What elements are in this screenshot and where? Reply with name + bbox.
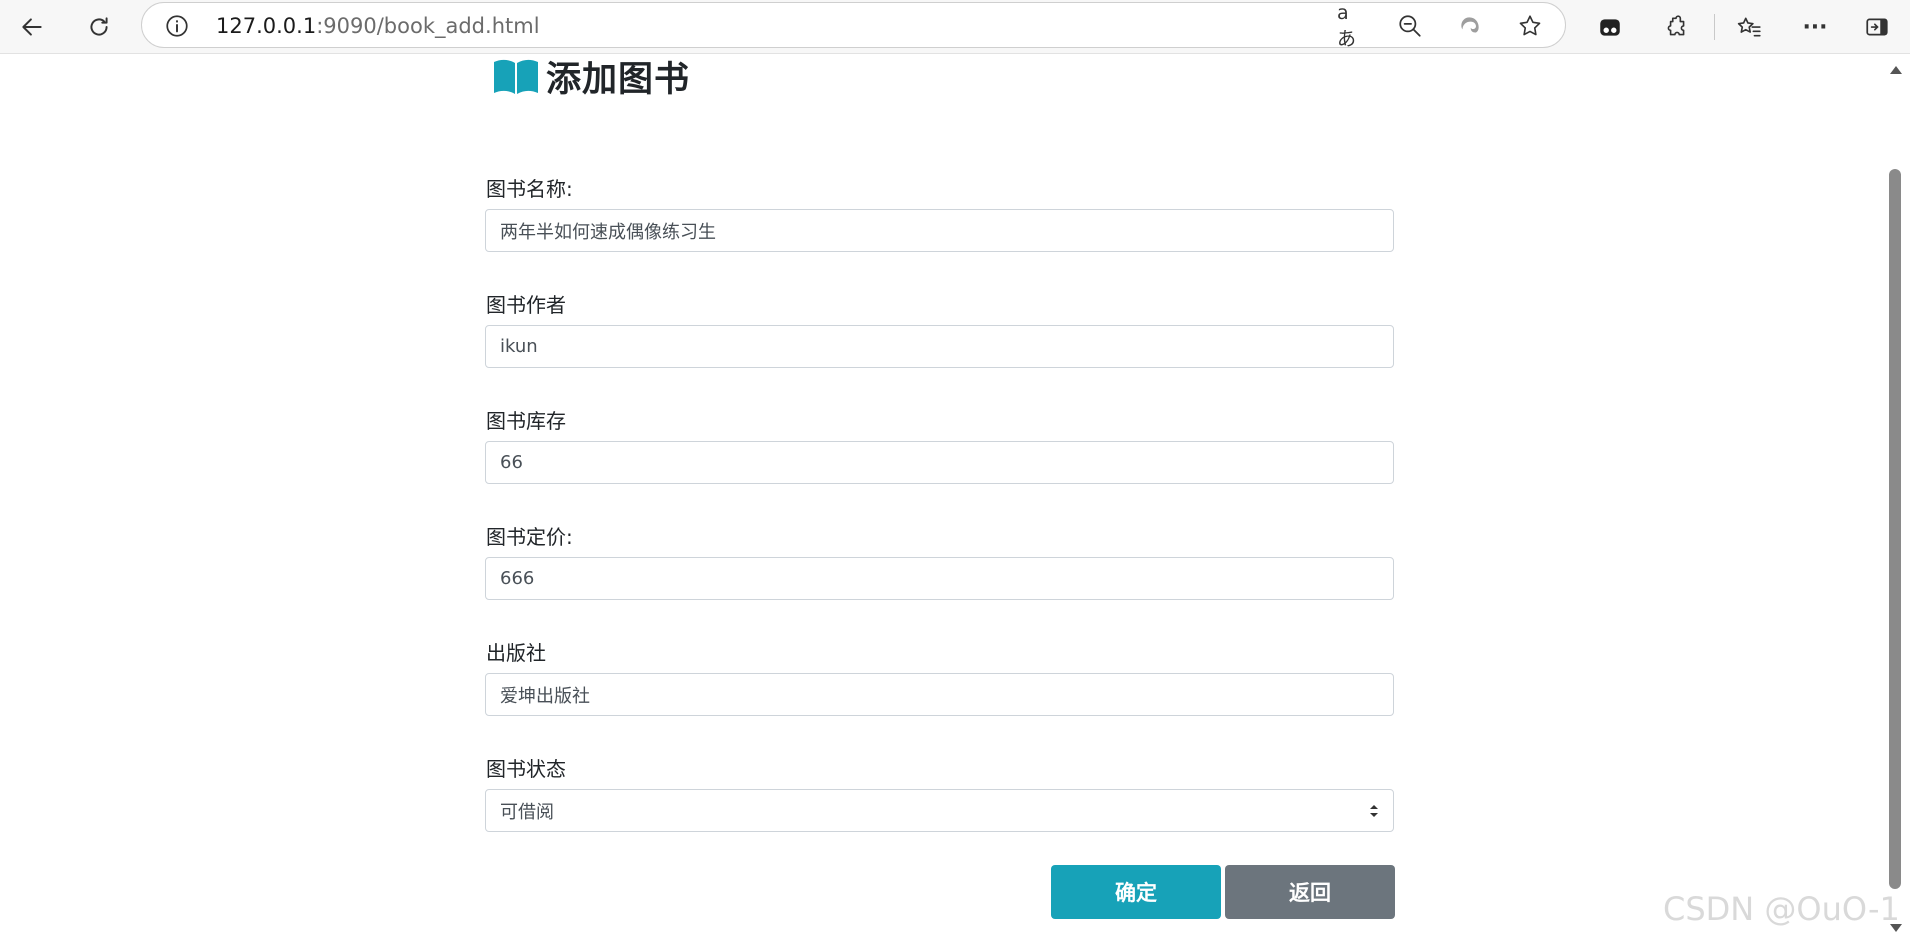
field-label-price: 图书定价: — [486, 525, 573, 549]
book-status-select[interactable]: 可借阅 — [485, 789, 1394, 832]
address-bar[interactable]: 127.0.0.1:9090/book_add.html aあ — [141, 2, 1566, 50]
watermark: CSDN @OuO-1 — [1663, 890, 1900, 928]
book-price-input[interactable]: 666 — [485, 557, 1394, 600]
sidebar-icon — [1866, 18, 1888, 36]
profile-button[interactable] — [1591, 8, 1629, 46]
favorites-button[interactable] — [1730, 8, 1768, 46]
reload-icon — [90, 17, 108, 36]
star-icon[interactable] — [1517, 13, 1543, 39]
page-heading: 添加图书 — [492, 54, 690, 100]
field-label-stock: 图书库存 — [486, 409, 566, 433]
translate-icon[interactable]: aあ — [1337, 2, 1363, 50]
scrollbar-thumb[interactable] — [1889, 169, 1901, 889]
reload-button[interactable] — [80, 8, 118, 46]
confirm-button[interactable]: 确定 — [1051, 865, 1221, 919]
book-icon — [494, 59, 538, 94]
puzzle-icon — [1667, 15, 1685, 36]
edge-icon[interactable] — [1457, 13, 1483, 39]
select-caret-icon — [1370, 805, 1378, 817]
zoom-out-icon[interactable] — [1397, 13, 1423, 39]
toolbar-divider — [1714, 14, 1715, 40]
field-label-publisher: 出版社 — [486, 641, 546, 665]
book-stock-input[interactable]: 66 — [485, 441, 1394, 484]
url-host: 127.0.0.1 — [216, 14, 317, 38]
back-arrow-icon — [22, 18, 42, 36]
publisher-input[interactable]: 爱坤出版社 — [485, 673, 1394, 716]
scrollbar[interactable] — [1886, 54, 1910, 944]
url-text[interactable]: 127.0.0.1:9090/book_add.html — [216, 13, 540, 39]
page-title: 添加图书 — [546, 59, 691, 100]
field-label-status: 图书状态 — [486, 757, 566, 781]
extensions-button[interactable] — [1657, 8, 1695, 46]
status-selected-value: 可借阅 — [500, 801, 554, 823]
browser-toolbar: 127.0.0.1:9090/book_add.html aあ ··· — [0, 0, 1910, 54]
book-author-input[interactable]: ikun — [485, 325, 1394, 368]
info-icon[interactable] — [164, 13, 190, 39]
book-name-input[interactable]: 两年半如何速成偶像练习生 — [485, 209, 1394, 252]
favorites-icon — [1737, 17, 1761, 37]
profile-icon — [1600, 19, 1620, 36]
sidebar-button[interactable] — [1858, 8, 1896, 46]
url-path: :9090/book_add.html — [316, 14, 540, 38]
field-label-name: 图书名称: — [486, 177, 573, 201]
field-label-author: 图书作者 — [486, 293, 566, 317]
back-button-form[interactable]: 返回 — [1225, 865, 1395, 919]
scroll-up-arrow-icon[interactable] — [1889, 64, 1903, 76]
back-button[interactable] — [13, 8, 51, 46]
more-button[interactable]: ··· — [1796, 8, 1834, 46]
